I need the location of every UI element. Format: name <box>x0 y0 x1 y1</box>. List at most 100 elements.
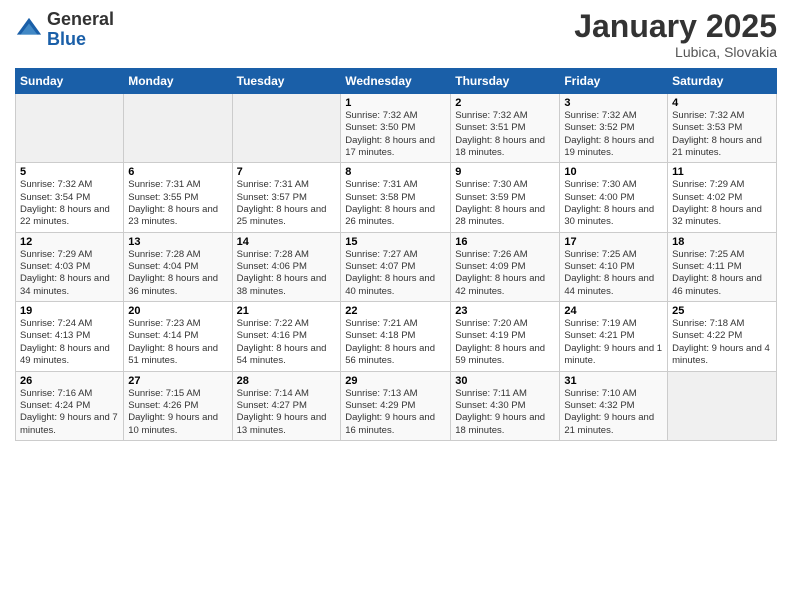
calendar-cell-w3-d5: 16Sunrise: 7:26 AMSunset: 4:09 PMDayligh… <box>451 232 560 301</box>
day-number-21: 21 <box>237 305 337 317</box>
week-row-4: 19Sunrise: 7:24 AMSunset: 4:13 PMDayligh… <box>16 302 777 371</box>
day-number-22: 22 <box>345 305 446 317</box>
day-number-2: 2 <box>455 97 555 109</box>
day-info-29: Sunrise: 7:13 AMSunset: 4:29 PMDaylight:… <box>345 388 446 437</box>
calendar-cell-w1-d1 <box>16 94 124 163</box>
logo-icon <box>15 16 43 44</box>
day-number-13: 13 <box>128 236 227 248</box>
calendar-cell-w5-d5: 30Sunrise: 7:11 AMSunset: 4:30 PMDayligh… <box>451 371 560 440</box>
day-info-17: Sunrise: 7:25 AMSunset: 4:10 PMDaylight:… <box>564 249 663 298</box>
header-thursday: Thursday <box>451 69 560 94</box>
day-info-22: Sunrise: 7:21 AMSunset: 4:18 PMDaylight:… <box>345 318 446 367</box>
day-number-12: 12 <box>20 236 119 248</box>
calendar-cell-w5-d2: 27Sunrise: 7:15 AMSunset: 4:26 PMDayligh… <box>124 371 232 440</box>
day-info-30: Sunrise: 7:11 AMSunset: 4:30 PMDaylight:… <box>455 388 555 437</box>
week-row-5: 26Sunrise: 7:16 AMSunset: 4:24 PMDayligh… <box>16 371 777 440</box>
day-info-7: Sunrise: 7:31 AMSunset: 3:57 PMDaylight:… <box>237 179 337 228</box>
day-info-18: Sunrise: 7:25 AMSunset: 4:11 PMDaylight:… <box>672 249 772 298</box>
day-info-14: Sunrise: 7:28 AMSunset: 4:06 PMDaylight:… <box>237 249 337 298</box>
calendar-cell-w3-d3: 14Sunrise: 7:28 AMSunset: 4:06 PMDayligh… <box>232 232 341 301</box>
calendar-cell-w1-d6: 3Sunrise: 7:32 AMSunset: 3:52 PMDaylight… <box>560 94 668 163</box>
day-info-26: Sunrise: 7:16 AMSunset: 4:24 PMDaylight:… <box>20 388 119 437</box>
day-number-17: 17 <box>564 236 663 248</box>
calendar-cell-w4-d7: 25Sunrise: 7:18 AMSunset: 4:22 PMDayligh… <box>668 302 777 371</box>
day-info-8: Sunrise: 7:31 AMSunset: 3:58 PMDaylight:… <box>345 179 446 228</box>
header-friday: Friday <box>560 69 668 94</box>
calendar-cell-w1-d2 <box>124 94 232 163</box>
day-info-10: Sunrise: 7:30 AMSunset: 4:00 PMDaylight:… <box>564 179 663 228</box>
day-number-30: 30 <box>455 375 555 387</box>
calendar-body: 1Sunrise: 7:32 AMSunset: 3:50 PMDaylight… <box>16 94 777 441</box>
page-container: General Blue January 2025 Lubica, Slovak… <box>0 0 792 451</box>
day-info-25: Sunrise: 7:18 AMSunset: 4:22 PMDaylight:… <box>672 318 772 367</box>
day-number-14: 14 <box>237 236 337 248</box>
calendar-cell-w1-d4: 1Sunrise: 7:32 AMSunset: 3:50 PMDaylight… <box>341 94 451 163</box>
calendar-cell-w5-d6: 31Sunrise: 7:10 AMSunset: 4:32 PMDayligh… <box>560 371 668 440</box>
calendar-cell-w5-d1: 26Sunrise: 7:16 AMSunset: 4:24 PMDayligh… <box>16 371 124 440</box>
logo: General Blue <box>15 10 114 50</box>
day-number-5: 5 <box>20 166 119 178</box>
day-info-1: Sunrise: 7:32 AMSunset: 3:50 PMDaylight:… <box>345 110 446 159</box>
day-number-23: 23 <box>455 305 555 317</box>
calendar-cell-w3-d7: 18Sunrise: 7:25 AMSunset: 4:11 PMDayligh… <box>668 232 777 301</box>
day-info-15: Sunrise: 7:27 AMSunset: 4:07 PMDaylight:… <box>345 249 446 298</box>
logo-text: General Blue <box>47 10 114 50</box>
calendar-cell-w4-d1: 19Sunrise: 7:24 AMSunset: 4:13 PMDayligh… <box>16 302 124 371</box>
calendar-cell-w1-d3 <box>232 94 341 163</box>
calendar-cell-w2-d2: 6Sunrise: 7:31 AMSunset: 3:55 PMDaylight… <box>124 163 232 232</box>
week-row-3: 12Sunrise: 7:29 AMSunset: 4:03 PMDayligh… <box>16 232 777 301</box>
calendar-table: Sunday Monday Tuesday Wednesday Thursday… <box>15 68 777 441</box>
day-number-15: 15 <box>345 236 446 248</box>
day-info-9: Sunrise: 7:30 AMSunset: 3:59 PMDaylight:… <box>455 179 555 228</box>
calendar-cell-w4-d5: 23Sunrise: 7:20 AMSunset: 4:19 PMDayligh… <box>451 302 560 371</box>
calendar-cell-w2-d6: 10Sunrise: 7:30 AMSunset: 4:00 PMDayligh… <box>560 163 668 232</box>
logo-blue: Blue <box>47 30 114 50</box>
calendar-cell-w4-d2: 20Sunrise: 7:23 AMSunset: 4:14 PMDayligh… <box>124 302 232 371</box>
header-saturday: Saturday <box>668 69 777 94</box>
day-number-3: 3 <box>564 97 663 109</box>
day-number-8: 8 <box>345 166 446 178</box>
calendar-cell-w5-d4: 29Sunrise: 7:13 AMSunset: 4:29 PMDayligh… <box>341 371 451 440</box>
day-info-21: Sunrise: 7:22 AMSunset: 4:16 PMDaylight:… <box>237 318 337 367</box>
day-number-28: 28 <box>237 375 337 387</box>
calendar-cell-w3-d6: 17Sunrise: 7:25 AMSunset: 4:10 PMDayligh… <box>560 232 668 301</box>
calendar-cell-w2-d3: 7Sunrise: 7:31 AMSunset: 3:57 PMDaylight… <box>232 163 341 232</box>
day-info-6: Sunrise: 7:31 AMSunset: 3:55 PMDaylight:… <box>128 179 227 228</box>
day-info-20: Sunrise: 7:23 AMSunset: 4:14 PMDaylight:… <box>128 318 227 367</box>
calendar-cell-w3-d4: 15Sunrise: 7:27 AMSunset: 4:07 PMDayligh… <box>341 232 451 301</box>
page-header: General Blue January 2025 Lubica, Slovak… <box>15 10 777 60</box>
header-sunday: Sunday <box>16 69 124 94</box>
location: Lubica, Slovakia <box>574 44 777 60</box>
day-info-27: Sunrise: 7:15 AMSunset: 4:26 PMDaylight:… <box>128 388 227 437</box>
day-info-28: Sunrise: 7:14 AMSunset: 4:27 PMDaylight:… <box>237 388 337 437</box>
day-info-13: Sunrise: 7:28 AMSunset: 4:04 PMDaylight:… <box>128 249 227 298</box>
day-info-4: Sunrise: 7:32 AMSunset: 3:53 PMDaylight:… <box>672 110 772 159</box>
day-info-23: Sunrise: 7:20 AMSunset: 4:19 PMDaylight:… <box>455 318 555 367</box>
calendar-cell-w4-d6: 24Sunrise: 7:19 AMSunset: 4:21 PMDayligh… <box>560 302 668 371</box>
calendar-header: Sunday Monday Tuesday Wednesday Thursday… <box>16 69 777 94</box>
calendar-cell-w4-d3: 21Sunrise: 7:22 AMSunset: 4:16 PMDayligh… <box>232 302 341 371</box>
header-tuesday: Tuesday <box>232 69 341 94</box>
day-number-19: 19 <box>20 305 119 317</box>
calendar-cell-w3-d1: 12Sunrise: 7:29 AMSunset: 4:03 PMDayligh… <box>16 232 124 301</box>
calendar-cell-w4-d4: 22Sunrise: 7:21 AMSunset: 4:18 PMDayligh… <box>341 302 451 371</box>
calendar-cell-w5-d7 <box>668 371 777 440</box>
day-number-20: 20 <box>128 305 227 317</box>
calendar-cell-w2-d1: 5Sunrise: 7:32 AMSunset: 3:54 PMDaylight… <box>16 163 124 232</box>
day-number-9: 9 <box>455 166 555 178</box>
day-info-2: Sunrise: 7:32 AMSunset: 3:51 PMDaylight:… <box>455 110 555 159</box>
logo-general: General <box>47 10 114 30</box>
calendar-cell-w1-d5: 2Sunrise: 7:32 AMSunset: 3:51 PMDaylight… <box>451 94 560 163</box>
header-wednesday: Wednesday <box>341 69 451 94</box>
day-number-26: 26 <box>20 375 119 387</box>
day-info-16: Sunrise: 7:26 AMSunset: 4:09 PMDaylight:… <box>455 249 555 298</box>
day-number-25: 25 <box>672 305 772 317</box>
day-info-5: Sunrise: 7:32 AMSunset: 3:54 PMDaylight:… <box>20 179 119 228</box>
week-row-1: 1Sunrise: 7:32 AMSunset: 3:50 PMDaylight… <box>16 94 777 163</box>
day-info-24: Sunrise: 7:19 AMSunset: 4:21 PMDaylight:… <box>564 318 663 367</box>
day-number-10: 10 <box>564 166 663 178</box>
day-info-11: Sunrise: 7:29 AMSunset: 4:02 PMDaylight:… <box>672 179 772 228</box>
day-number-16: 16 <box>455 236 555 248</box>
calendar-cell-w2-d7: 11Sunrise: 7:29 AMSunset: 4:02 PMDayligh… <box>668 163 777 232</box>
day-info-12: Sunrise: 7:29 AMSunset: 4:03 PMDaylight:… <box>20 249 119 298</box>
